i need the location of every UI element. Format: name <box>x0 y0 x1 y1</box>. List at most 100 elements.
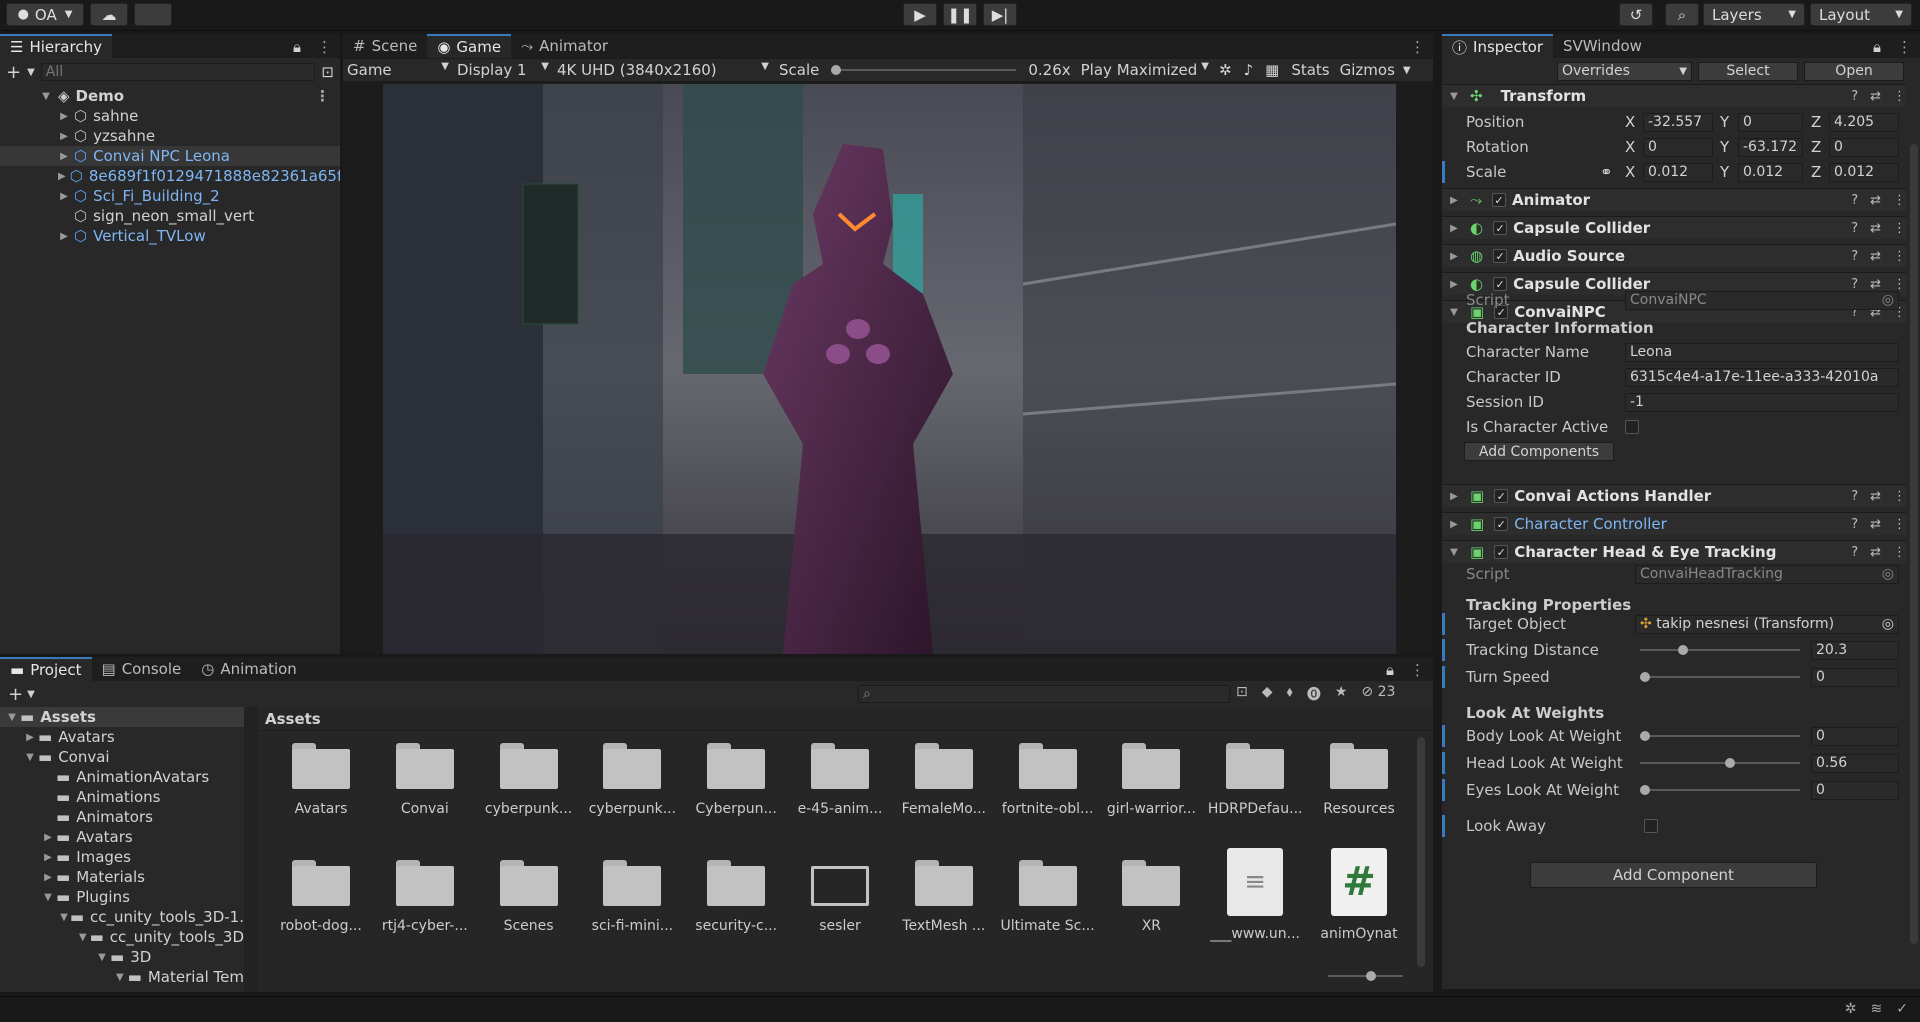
component-animator[interactable]: ▶ ⤳ ✓ Animator? ⇄ ⋮ <box>1442 188 1906 211</box>
hierarchy-search-input[interactable]: All <box>40 63 316 81</box>
foldout-open-icon[interactable]: ▼ <box>60 912 68 923</box>
asset-item[interactable]: Ultimate Sc... <box>998 860 1098 934</box>
tab-game[interactable]: ◉ Game <box>427 34 512 58</box>
tracking-distance-field[interactable]: 20.3 <box>1811 640 1899 660</box>
link-icon[interactable]: ⚭ <box>1600 163 1613 181</box>
foldout-closed-icon[interactable]: ▶ <box>1448 279 1460 290</box>
grid-icon[interactable]: ▦ <box>1259 61 1285 79</box>
foldout-open-icon[interactable]: ▼ <box>42 892 54 903</box>
layers-dropdown[interactable]: Layers ▼ <box>1703 3 1805 26</box>
asset-scrollbar[interactable] <box>1417 737 1425 967</box>
body-weight-field[interactable]: 0 <box>1811 726 1899 746</box>
display-dropdown[interactable]: Display 1 ▼ <box>453 61 553 79</box>
foldout-closed-icon[interactable]: ▶ <box>1448 223 1460 234</box>
slider-knob[interactable] <box>831 65 842 75</box>
help-icon[interactable]: ? <box>1851 193 1858 208</box>
asset-item[interactable]: sci-fi-mini... <box>582 860 682 934</box>
more-icon[interactable]: ⋮ <box>1889 34 1920 58</box>
help-icon[interactable]: ? <box>1851 517 1858 532</box>
slider-knob[interactable] <box>1640 785 1650 795</box>
head-weight-slider[interactable] <box>1640 758 1800 768</box>
cloud-button[interactable]: ☁ <box>90 3 128 26</box>
foldout-closed-icon[interactable]: ▶ <box>58 191 70 202</box>
tab-svwindow[interactable]: SVWindow <box>1553 34 1652 58</box>
foldout-open-icon[interactable]: ▼ <box>24 752 36 763</box>
asset-item[interactable]: Cyberpun... <box>686 743 786 817</box>
gizmos-button[interactable]: Gizmos <box>1336 61 1399 79</box>
asset-item[interactable]: XR <box>1101 860 1201 934</box>
tracking-distance-slider[interactable] <box>1640 645 1800 655</box>
icon-size-slider[interactable] <box>1328 971 1403 981</box>
layers-icon[interactable]: ≋ <box>1871 1001 1883 1017</box>
enabled-checkbox[interactable]: ✓ <box>1492 193 1507 207</box>
foldout-open-icon[interactable]: ▼ <box>96 952 108 963</box>
target-object-field[interactable]: ✣ takip nesnesi (Transform) ◎ <box>1635 614 1899 634</box>
asset-item[interactable]: security-c... <box>686 860 786 934</box>
more-icon[interactable]: ⋮ <box>1893 221 1906 236</box>
asset-item[interactable]: # animOynat <box>1309 848 1409 942</box>
slider-knob[interactable] <box>1640 672 1650 682</box>
is-active-checkbox[interactable] <box>1625 420 1639 434</box>
folder-tree-item[interactable]: ▼ ▬ 3D <box>0 947 244 967</box>
more-icon[interactable]: ⋮ <box>315 87 330 105</box>
character-name-field[interactable]: Leona <box>1625 342 1899 362</box>
component-character-controller[interactable]: ▶ ▣ ✓ Character Controller? ⇄ ⋮ <box>1442 512 1906 535</box>
foldout-open-icon[interactable]: ▼ <box>1448 547 1460 558</box>
folder-tree-item[interactable]: ▼ ▬ Convai <box>0 747 244 767</box>
enabled-checkbox[interactable]: ✓ <box>1493 249 1508 263</box>
lock-icon[interactable]: 🔒︎ <box>285 34 309 58</box>
foldout-open-icon[interactable]: ▼ <box>78 932 88 943</box>
enabled-checkbox[interactable]: ✓ <box>1494 517 1509 531</box>
position-z-field[interactable]: 4.205 <box>1829 112 1899 132</box>
component-head-eye-tracking[interactable]: ▼ ▣ ✓ Character Head & Eye Tracking? ⇄ ⋮ <box>1442 540 1906 563</box>
tab-animation[interactable]: ◷ Animation <box>191 657 307 681</box>
foldout-open-icon[interactable]: ▼ <box>114 972 126 983</box>
help-icon[interactable]: ? <box>1851 249 1858 264</box>
tree-scrollbar[interactable] <box>244 707 258 992</box>
folder-tree-item[interactable]: ▼ ▬ cc_unity_tools_3D <box>0 927 244 947</box>
more-icon[interactable]: ⋮ <box>1402 657 1433 681</box>
hierarchy-item[interactable]: ▶ ⬡ sahne <box>0 106 340 126</box>
asset-item[interactable]: TextMesh ... <box>894 860 994 934</box>
foldout-closed-icon[interactable]: ▶ <box>1448 251 1460 262</box>
folder-tree-item[interactable]: ▶ ▬ Images <box>0 847 244 867</box>
foldout-closed-icon[interactable]: ▶ <box>42 872 54 883</box>
stats-button[interactable]: Stats <box>1285 61 1335 79</box>
folder-tree-item[interactable]: ▶ ▬ Avatars <box>0 727 244 747</box>
component-audio-source[interactable]: ▶ ◍ ✓ Audio Source? ⇄ ⋮ <box>1442 244 1906 267</box>
resolution-dropdown[interactable]: 4K UHD (3840x2160) ▼ <box>553 61 773 79</box>
chevron-down-icon[interactable]: ▼ <box>1399 65 1415 76</box>
breadcrumb[interactable]: Assets <box>259 707 1433 731</box>
foldout-open-icon[interactable]: ▼ <box>1448 91 1460 102</box>
folder-tree-item[interactable]: ▼ ▬ Material Tem <box>0 967 244 987</box>
tab-inspector[interactable]: ⓘ Inspector <box>1442 34 1553 58</box>
add-icon[interactable]: + <box>6 62 21 83</box>
tab-scene[interactable]: # Scene <box>343 34 427 58</box>
asset-item[interactable]: fortnite-obl... <box>998 743 1098 817</box>
help-icon[interactable]: ? <box>1851 89 1858 104</box>
asset-item[interactable]: Scenes <box>479 860 579 934</box>
component-capsule-collider[interactable]: ▶ ◐ ✓ Capsule Collider? ⇄ ⋮ <box>1442 216 1906 239</box>
tab-hierarchy[interactable]: ☰ Hierarchy <box>0 34 112 58</box>
preset-icon[interactable]: ⇄ <box>1870 221 1881 236</box>
slider-knob[interactable] <box>1640 731 1650 741</box>
rotation-z-field[interactable]: 0 <box>1829 137 1899 157</box>
foldout-closed-icon[interactable]: ▶ <box>58 231 70 242</box>
asset-item[interactable]: rtj4-cyber-... <box>375 860 475 934</box>
preset-icon[interactable]: ⇄ <box>1870 249 1881 264</box>
play-mode-dropdown[interactable]: Play Maximized ▼ <box>1077 61 1213 79</box>
asset-item[interactable]: e-45-anim... <box>790 743 890 817</box>
bug-icon[interactable]: ✲ <box>1213 61 1238 79</box>
folder-tree-item[interactable]: ▬ AnimationAvatars <box>0 767 244 787</box>
hierarchy-item[interactable]: ▶ ⬡ Vertical_TVLow <box>0 226 340 246</box>
foldout-closed-icon[interactable]: ▶ <box>58 111 70 122</box>
select-button[interactable]: Select <box>1698 61 1798 81</box>
account-dropdown[interactable]: ● OA ▼ <box>6 3 84 26</box>
look-away-checkbox[interactable] <box>1644 819 1658 833</box>
scale-x-field[interactable]: 0.012 <box>1643 162 1713 182</box>
favorite-icon[interactable]: ★ <box>1335 684 1348 704</box>
foldout-closed-icon[interactable]: ▶ <box>58 131 70 142</box>
hierarchy-item[interactable]: ▶ ⬡ 8e689f1f0129471888e82361a65f <box>0 166 340 186</box>
enabled-checkbox[interactable]: ✓ <box>1494 545 1509 559</box>
overrides-dropdown[interactable]: Overrides ▼ <box>1557 61 1692 81</box>
